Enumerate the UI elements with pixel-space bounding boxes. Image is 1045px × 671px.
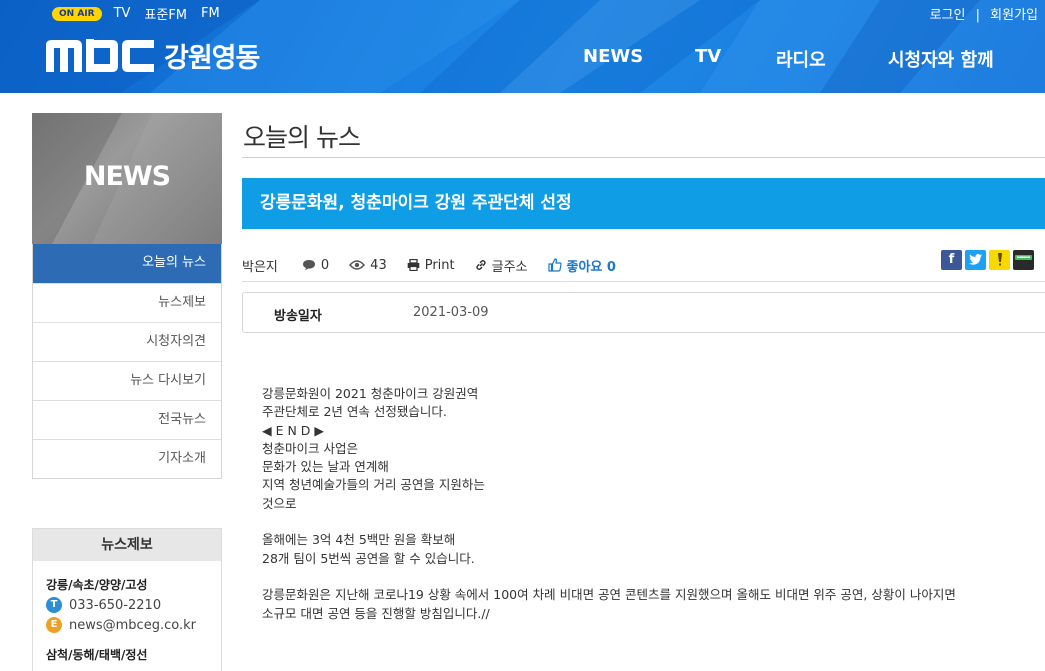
phone-badge-icon: T — [46, 597, 62, 613]
sidebar-item-today-news[interactable]: 오늘의 뉴스 — [33, 244, 221, 283]
page-title: 오늘의 뉴스 — [243, 123, 361, 152]
eye-icon — [349, 260, 366, 270]
speech-bubble-icon — [302, 260, 315, 271]
news-tip-email[interactable]: news@mbceg.co.kr — [69, 618, 196, 633]
top-link-fm[interactable]: FM — [201, 6, 220, 21]
facebook-icon[interactable]: f — [941, 250, 962, 270]
broadcast-date-label: 방송일자 — [274, 309, 322, 324]
print-button[interactable]: Print — [407, 258, 455, 273]
sidebar-banner-title: NEWS — [83, 161, 171, 192]
news-tip-email-row: E news@mbceg.co.kr — [46, 617, 221, 633]
news-tip-region-1: 강릉/속초/양양/고성 — [46, 578, 148, 592]
article-line: 올해에는 3억 4천 5백만 원을 확보해 — [262, 532, 456, 548]
article-line: 문화가 있는 날과 연계해 — [262, 459, 389, 475]
account-links: 로그인 | 회원가입 — [927, 4, 1041, 23]
email-badge-icon: E — [46, 617, 62, 633]
article-line: 청춘마이크 사업은 — [262, 440, 358, 456]
sidebar-item-national-news[interactable]: 전국뉴스 — [33, 400, 221, 439]
nav-viewers[interactable]: 시청자와 함께 — [888, 46, 994, 72]
news-tip-phone-row: T 033-650-2210 — [46, 597, 221, 613]
shortlink-label: 글주소 — [491, 259, 528, 275]
broadcast-info: 방송일자 2021-03-09 — [242, 292, 1045, 333]
sidebar-item-reporters[interactable]: 기자소개 — [33, 439, 221, 478]
sidebar-item-news-tip[interactable]: 뉴스제보 — [33, 283, 221, 322]
separator: | — [975, 8, 981, 23]
like-button[interactable]: 좋아요 0 — [547, 256, 616, 275]
nav-tv[interactable]: TV — [695, 46, 721, 67]
article-line: ◀ E N D ▶ — [262, 422, 324, 438]
broadcast-date-value: 2021-03-09 — [413, 305, 489, 320]
views-value: 43 — [370, 257, 387, 273]
twitter-icon[interactable] — [965, 250, 986, 270]
main-nav: NEWS TV 라디오 시청자와 함께 — [0, 46, 1045, 76]
sidebar-item-news-replay[interactable]: 뉴스 다시보기 — [33, 361, 221, 400]
divider — [242, 281, 1045, 282]
news-tip-region-2: 삼척/동해/태백/정선 — [46, 648, 148, 662]
article-headline: 강릉문화원, 청춘마이크 강원 주관단체 선정 — [242, 178, 1045, 229]
top-links: ON AIR TV 표준FM FM — [52, 4, 234, 23]
site-header: ON AIR TV 표준FM FM 로그인 | 회원가입 강원영동 NEWS T… — [0, 0, 1045, 93]
thumbs-up-icon — [547, 258, 562, 272]
band-icon[interactable] — [1013, 250, 1034, 270]
sidebar-menu: 오늘의 뉴스 뉴스제보 시청자의견 뉴스 다시보기 전국뉴스 기자소개 — [32, 244, 222, 479]
comments-value: 0 — [320, 257, 330, 273]
divider — [242, 157, 1045, 158]
comments-count[interactable]: 0 — [302, 258, 329, 273]
on-air-badge[interactable]: ON AIR — [52, 6, 102, 21]
article-line: 지역 청년예술가들의 거리 공연을 지원하는 — [262, 477, 485, 493]
nav-radio[interactable]: 라디오 — [776, 46, 826, 72]
news-tip-box: 뉴스제보 강릉/속초/양양/고성 T 033-650-2210 E news@m… — [32, 528, 222, 671]
article-line: 소규모 대면 공연 등을 진행할 방침입니다.// — [262, 605, 490, 621]
nav-news[interactable]: NEWS — [583, 46, 643, 67]
article-meta: 박은지 0 43 Print 글주소 좋아요 0 — [242, 250, 1045, 280]
views-count: 43 — [349, 258, 387, 273]
sidebar-item-viewer-opinion[interactable]: 시청자의견 — [33, 322, 221, 361]
top-link-standard-fm[interactable]: 표준FM — [144, 4, 187, 23]
kakaostory-icon[interactable] — [989, 250, 1010, 270]
reporter-name: 박은지 — [242, 259, 278, 275]
top-link-tv[interactable]: TV — [114, 6, 131, 21]
article-body: 강릉문화원이 2021 청춘마이크 강원권역주관단체로 2년 연속 선정됐습니다… — [262, 385, 1022, 623]
news-tip-title: 뉴스제보 — [33, 529, 221, 561]
print-label: Print — [424, 257, 455, 273]
article-line: 것으로 — [262, 495, 297, 511]
sidebar-banner: NEWS — [32, 113, 222, 244]
shortlink-button[interactable]: 글주소 — [475, 256, 528, 275]
login-link[interactable]: 로그인 — [930, 8, 966, 23]
article-line: 주관단체로 2년 연속 선정됐습니다. — [262, 404, 447, 420]
printer-icon — [407, 259, 420, 271]
article-line: 강릉문화원이 2021 청춘마이크 강원권역 — [262, 386, 479, 401]
article-line: 28개 팀이 5번씩 공연을 할 수 있습니다. — [262, 550, 475, 566]
like-label: 좋아요 0 — [566, 259, 616, 275]
link-icon — [476, 260, 486, 270]
article-line: 강릉문화원은 지난해 코로나19 상황 속에서 100여 차례 비대면 공연 콘… — [262, 587, 956, 603]
news-tip-phone: 033-650-2210 — [69, 597, 162, 613]
join-link[interactable]: 회원가입 — [990, 8, 1038, 23]
